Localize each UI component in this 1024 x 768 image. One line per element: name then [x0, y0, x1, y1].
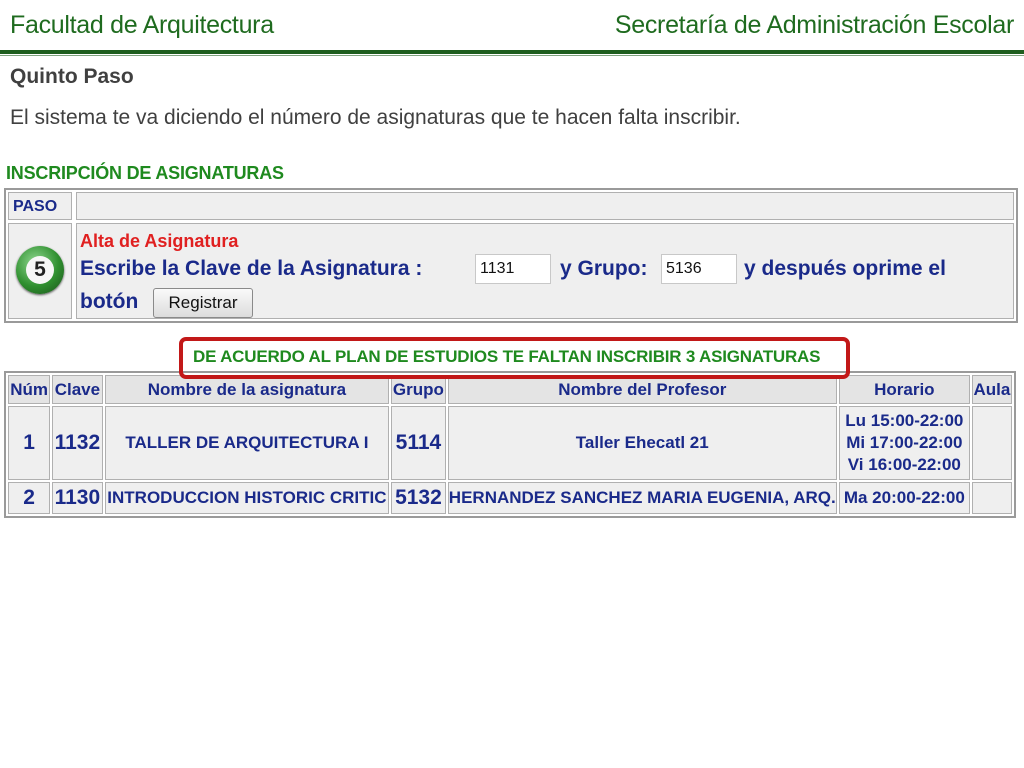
step-number-cell: 5 [8, 223, 72, 319]
col-header-profesor: Nombre del Profesor [447, 375, 837, 404]
horario-slot: Lu 15:00-22:00 [845, 411, 964, 430]
add-subject-heading: Alta de Asignatura [80, 231, 239, 251]
group-instruction: y Grupo: [560, 257, 648, 280]
row-horario: Ma 20:00-22:00 [838, 482, 970, 514]
clave-instruction: Escribe la Clave de la Asignatura : [80, 257, 423, 280]
row-aula [971, 482, 1012, 514]
enrollment-step-panel: PASO 5 Alta de Asignatura Escribe la Cla… [4, 188, 1018, 323]
row-profesor: HERNANDEZ SANCHEZ MARIA EUGENIA, ARQ. [447, 482, 837, 514]
header-divider [0, 50, 1024, 54]
step-title: Quinto Paso [10, 65, 134, 88]
then-press-instruction: y después oprime el [744, 257, 946, 280]
department-title: Secretaría de Administración Escolar [614, 11, 1014, 39]
col-header-grupo: Grupo [391, 375, 446, 404]
row-grupo: 5114 [391, 406, 446, 480]
row-num: 2 [8, 482, 51, 514]
row-nombre: INTRODUCCION HISTORIC CRITIC [104, 482, 390, 514]
paso-header-spacer [76, 192, 1014, 220]
row-aula [971, 406, 1012, 480]
step-number-badge-icon: 5 [16, 246, 64, 294]
panel-title: INSCRIPCIÓN DE ASIGNATURAS [6, 163, 284, 183]
step-description: El sistema te va diciendo el número de a… [10, 106, 741, 129]
col-header-horario: Horario [838, 375, 970, 404]
header-divider-thin [0, 55, 1024, 56]
paso-header-cell: PASO [8, 192, 72, 220]
col-header-num: Núm [8, 375, 51, 404]
subject-key-input[interactable] [475, 254, 551, 284]
paso-label: PASO [13, 198, 58, 215]
col-header-nombre: Nombre de la asignatura [104, 375, 390, 404]
registration-form: Alta de Asignatura Escribe la Clave de l… [76, 223, 1014, 319]
button-instruction: botón [80, 290, 139, 313]
table-header-row: Núm Clave Nombre de la asignatura Grupo … [8, 375, 1012, 404]
faculty-title: Facultad de Arquitectura [10, 11, 274, 39]
col-header-clave: Clave [52, 375, 103, 404]
row-horario: Lu 15:00-22:00 Mi 17:00-22:00 Vi 16:00-2… [838, 406, 970, 480]
row-nombre: TALLER DE ARQUITECTURA I [104, 406, 390, 480]
row-clave: 1132 [52, 406, 103, 480]
row-num: 1 [8, 406, 51, 480]
enrolled-subjects-table: Núm Clave Nombre de la asignatura Grupo … [4, 371, 1016, 518]
step-number: 5 [26, 256, 54, 284]
table-row: 1 1132 TALLER DE ARQUITECTURA I 5114 Tal… [8, 406, 1012, 480]
remaining-subjects-notice: DE ACUERDO AL PLAN DE ESTUDIOS TE FALTAN… [193, 347, 821, 366]
group-input[interactable] [661, 254, 737, 284]
horario-slot: Ma 20:00-22:00 [843, 488, 965, 507]
row-clave: 1130 [52, 482, 103, 514]
horario-slot: Mi 17:00-22:00 [846, 433, 963, 452]
register-button[interactable]: Registrar [153, 288, 253, 318]
table-row: 2 1130 INTRODUCCION HISTORIC CRITIC 5132… [8, 482, 1012, 514]
col-header-aula: Aula [971, 375, 1012, 404]
horario-slot: Vi 16:00-22:00 [847, 455, 961, 474]
row-profesor: Taller Ehecatl 21 [447, 406, 837, 480]
row-grupo: 5132 [391, 482, 446, 514]
